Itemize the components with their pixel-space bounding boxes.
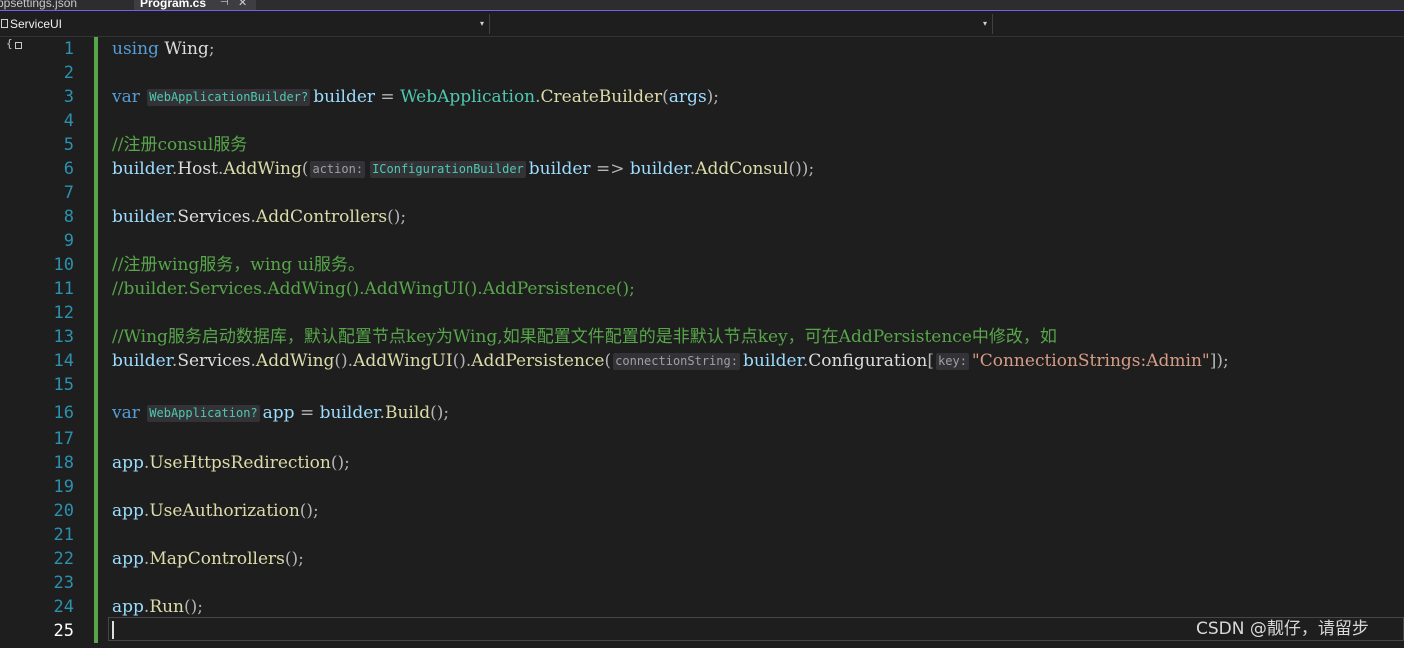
line-number: 12 — [53, 303, 74, 323]
inline-type-hint: IConfigurationBuilder — [370, 161, 526, 178]
code-line: 14 builder.Services.AddWing().AddWingUI(… — [0, 349, 1404, 373]
line-number: 1 — [63, 39, 74, 59]
code-line: 17 — [0, 427, 1404, 451]
code-comment[interactable]: //Wing服务启动数据库，默认配置节点key为Wing,如果配置文件配置的是非… — [112, 325, 1057, 349]
code-comment[interactable]: //builder.Services.AddWing().AddWingUI()… — [112, 277, 635, 301]
chevron-down-icon: ▾ — [982, 19, 987, 28]
code-comment[interactable]: //注册consul服务 — [112, 133, 247, 157]
code-text[interactable]: builder.Host.AddWing(action: IConfigurati… — [112, 157, 814, 181]
code-line: 15 — [0, 373, 1404, 397]
code-text[interactable]: app.MapControllers(); — [112, 547, 304, 571]
line-number: 14 — [53, 351, 74, 371]
code-line: 10 //注册wing服务，wing ui服务。 — [0, 253, 1404, 277]
code-line: 12 — [0, 301, 1404, 325]
code-line: 2 — [0, 61, 1404, 85]
line-number: 19 — [53, 477, 74, 497]
line-number: 13 — [53, 327, 74, 347]
line-number: 4 — [63, 111, 74, 131]
inline-parameter-hint: connectionString: — [613, 353, 740, 370]
chevron-down-icon: ▾ — [479, 19, 484, 28]
line-number: 23 — [53, 573, 74, 593]
code-line: 18 app.UseHttpsRedirection(); — [0, 451, 1404, 475]
code-line: 8 builder.Services.AddControllers(); — [0, 205, 1404, 229]
code-line: 9 — [0, 229, 1404, 253]
project-dropdown[interactable]: ServiceUI ▾ — [0, 14, 490, 34]
tab-label: ppsettings.json — [0, 0, 78, 10]
code-text[interactable]: app.Run(); — [112, 595, 203, 619]
code-line: 3 var WebApplicationBuilder? builder = We… — [0, 85, 1404, 109]
line-number: 3 — [63, 87, 74, 107]
project-dropdown-label: ServiceUI — [10, 17, 63, 31]
line-number: 22 — [53, 549, 74, 569]
line-number: 15 — [53, 375, 74, 395]
line-number: 24 — [53, 597, 74, 617]
text-caret — [112, 621, 114, 639]
code-line: 7 — [0, 181, 1404, 205]
line-number: 5 — [63, 135, 74, 155]
line-number: 11 — [53, 279, 74, 299]
tab-accent-line — [0, 10, 1404, 11]
code-line: 21 — [0, 523, 1404, 547]
inline-parameter-hint: key: — [936, 353, 969, 370]
code-line: 24 app.Run(); — [0, 595, 1404, 619]
code-text[interactable]: var WebApplication? app = builder.Build()… — [112, 401, 449, 425]
line-number: 9 — [63, 231, 74, 251]
navigation-bar: ServiceUI ▾ ▾ — [0, 12, 1404, 37]
line-number: 21 — [53, 525, 74, 545]
line-number: 25 — [53, 621, 74, 641]
code-line: 5 //注册consul服务 — [0, 133, 1404, 157]
code-line: 4 — [0, 109, 1404, 133]
line-number: 2 — [63, 63, 74, 83]
inline-type-hint: WebApplicationBuilder? — [147, 89, 311, 106]
code-line: 19 — [0, 475, 1404, 499]
watermark: CSDN @靓仔，请留步 — [1196, 619, 1369, 639]
code-text[interactable]: app.UseAuthorization(); — [112, 499, 319, 523]
code-text[interactable]: var WebApplicationBuilder? builder = WebA… — [112, 85, 719, 109]
code-text[interactable]: builder.Services.AddWing().AddWingUI().A… — [112, 349, 1229, 373]
code-line-current: 25 — [0, 619, 1404, 643]
line-number: 20 — [53, 501, 74, 521]
code-text[interactable]: using Wing; — [112, 37, 215, 61]
line-number: 18 — [53, 453, 74, 473]
code-line: 23 — [0, 571, 1404, 595]
project-icon — [1, 19, 8, 28]
member-dropdown[interactable]: ▾ — [493, 14, 993, 34]
line-number: 7 — [63, 183, 74, 203]
code-line: 20 app.UseAuthorization(); — [0, 499, 1404, 523]
code-line: 1 using Wing; — [0, 37, 1404, 61]
code-line: 16 var WebApplication? app = builder.Buil… — [0, 401, 1404, 425]
tab-label: Program.cs — [140, 0, 207, 10]
inline-parameter-hint: action: — [310, 161, 366, 178]
code-line: 6 builder.Host.AddWing(action: IConfigura… — [0, 157, 1404, 181]
code-comment[interactable]: //注册wing服务，wing ui服务。 — [112, 253, 365, 277]
line-number: 8 — [63, 207, 74, 227]
line-number: 16 — [53, 403, 74, 423]
document-tab-strip: ppsettings.json Program.cs ⊣ ✕ — [0, 0, 1404, 11]
code-line: 22 app.MapControllers(); — [0, 547, 1404, 571]
code-line: 13 //Wing服务启动数据库，默认配置节点key为Wing,如果配置文件配置… — [0, 325, 1404, 349]
inline-type-hint: WebApplication? — [147, 405, 260, 422]
code-text[interactable]: builder.Services.AddControllers(); — [112, 205, 406, 229]
line-number: 10 — [53, 255, 74, 275]
code-editor[interactable]: { 1 using Wing; 2 3 var WebApplicationBu… — [0, 37, 1404, 648]
code-line: 11 //builder.Services.AddWing().AddWingU… — [0, 277, 1404, 301]
line-number: 17 — [53, 429, 74, 449]
code-text[interactable]: app.UseHttpsRedirection(); — [112, 451, 350, 475]
line-number: 6 — [63, 159, 74, 179]
